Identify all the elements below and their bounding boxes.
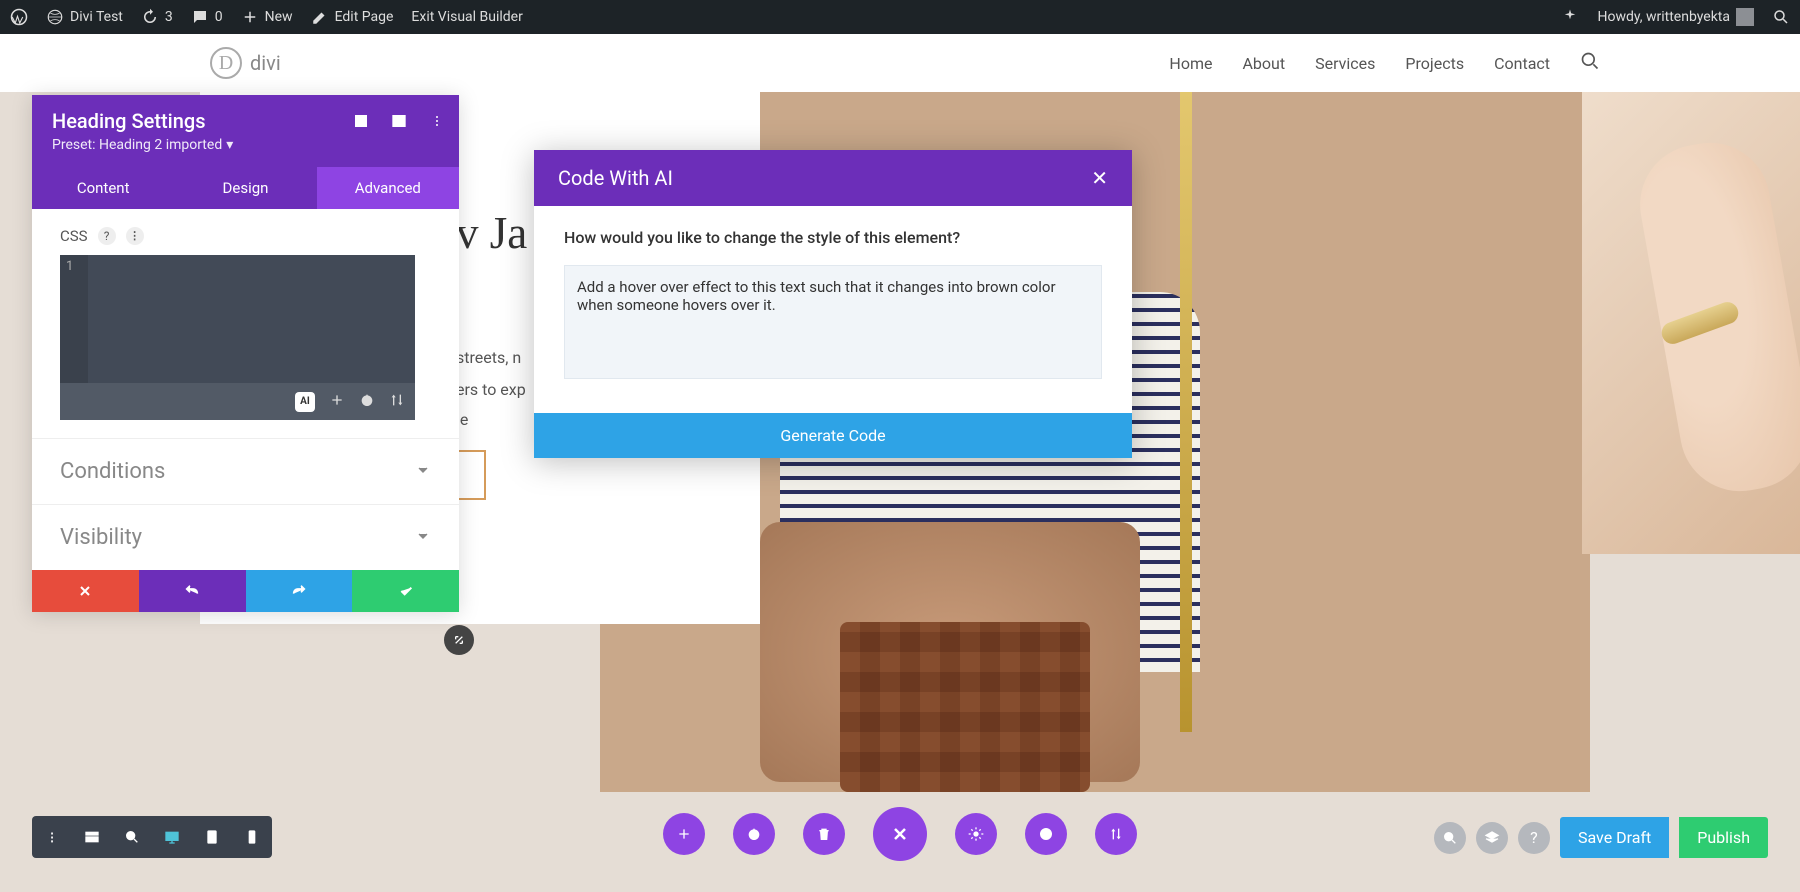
css-code-area[interactable] (88, 255, 415, 383)
updates-count: 3 (165, 9, 173, 25)
settings-panel: Heading Settings Preset: Heading 2 impor… (32, 95, 459, 612)
accordion-conditions[interactable]: Conditions (32, 438, 459, 504)
howdy-text: Howdy, writtenbyekta (1597, 9, 1730, 25)
wp-admin-bar: Divi Test 3 0 New Edit Page Exit Visual … (0, 0, 1800, 34)
drag-handle[interactable] (444, 625, 474, 655)
undo-button[interactable] (139, 570, 246, 612)
cancel-button[interactable] (32, 570, 139, 612)
logo-text: divi (250, 51, 281, 75)
edit-page-link[interactable]: Edit Page (311, 8, 394, 26)
bottom-center-toolbar (663, 807, 1137, 861)
css-menu-icon[interactable]: ⁝ (126, 227, 144, 245)
site-logo[interactable]: D divi (210, 47, 281, 79)
save-draft-button[interactable]: Save Draft (1560, 817, 1669, 858)
settings-preset[interactable]: Preset: Heading 2 imported ▾ (52, 137, 439, 153)
sort-icon[interactable] (389, 392, 405, 412)
power-button[interactable] (733, 813, 775, 855)
css-toolbar: AI (60, 383, 415, 420)
redo-button[interactable] (246, 570, 353, 612)
updates-link[interactable]: 3 (141, 8, 173, 26)
help-button[interactable]: ? (1518, 822, 1550, 854)
layers-button[interactable] (1476, 822, 1508, 854)
site-name-link[interactable]: Divi Test (46, 8, 123, 26)
add-button[interactable] (663, 813, 705, 855)
new-label: New (265, 9, 293, 25)
sort-button[interactable] (1095, 813, 1137, 855)
chevron-down-icon (415, 525, 431, 550)
logo-icon: D (210, 47, 242, 79)
ai-question: How would you like to change the style o… (564, 228, 1102, 247)
close-button[interactable] (873, 807, 927, 861)
tablet-icon[interactable] (192, 816, 232, 858)
menu-icon[interactable]: ⁝ (32, 816, 72, 858)
nav-home[interactable]: Home (1169, 54, 1212, 73)
generate-code-button[interactable]: Generate Code (534, 413, 1132, 458)
settings-button[interactable] (955, 813, 997, 855)
add-icon[interactable] (329, 392, 345, 412)
history-button[interactable] (1025, 813, 1067, 855)
cta-button-fragment[interactable] (456, 450, 486, 500)
css-label: CSS (60, 227, 88, 245)
primary-nav: Home About Services Projects Contact (1169, 51, 1600, 75)
publish-button[interactable]: Publish (1679, 817, 1768, 858)
chevron-down-icon (415, 459, 431, 484)
help-icon[interactable]: ? (98, 227, 116, 245)
site-name: Divi Test (70, 9, 123, 25)
zoom-icon[interactable] (112, 816, 152, 858)
nav-search-icon[interactable] (1580, 51, 1600, 75)
sparkle-icon[interactable] (1561, 8, 1579, 26)
accordion-visibility[interactable]: Visibility (32, 504, 459, 570)
nav-projects[interactable]: Projects (1405, 54, 1464, 73)
site-header: D divi Home About Services Projects Cont… (0, 34, 1800, 92)
page-title-fragment: v Ja (456, 207, 527, 259)
css-gutter: 1 (60, 255, 88, 383)
ai-modal: Code With AI ✕ How would you like to cha… (534, 150, 1132, 458)
bottom-right-toolbar: ? Save Draft Publish (1434, 817, 1768, 858)
comments-count: 0 (215, 9, 223, 25)
edit-page-label: Edit Page (335, 9, 394, 25)
sidebar-layout-icon[interactable] (391, 113, 407, 133)
howdy-link[interactable]: Howdy, writtenbyekta (1597, 8, 1754, 26)
nav-contact[interactable]: Contact (1494, 54, 1550, 73)
bg-bag (840, 622, 1090, 792)
nav-services[interactable]: Services (1315, 54, 1375, 73)
desktop-icon[interactable] (152, 816, 192, 858)
menu-icon[interactable] (429, 113, 445, 133)
chevron-down-icon: ▾ (226, 137, 233, 153)
page-text-line1: streets, n (456, 348, 521, 367)
ai-modal-title: Code With AI (558, 166, 673, 190)
page-text-line2: ers to exp (456, 380, 526, 399)
mobile-icon[interactable] (232, 816, 272, 858)
ai-modal-header[interactable]: Code With AI ✕ (534, 150, 1132, 206)
search-icon[interactable] (1772, 8, 1790, 26)
ai-icon[interactable]: AI (295, 392, 315, 412)
css-editor[interactable]: 1 AI (60, 255, 415, 420)
settings-tabs: Content Design Advanced (32, 167, 459, 209)
settings-footer (32, 570, 459, 612)
ai-prompt-input[interactable] (564, 265, 1102, 379)
tab-content[interactable]: Content (32, 167, 174, 209)
bottom-left-toolbar: ⁝ (32, 816, 272, 858)
exit-visual-builder-link[interactable]: Exit Visual Builder (411, 9, 522, 25)
power-icon[interactable] (359, 392, 375, 412)
expand-icon[interactable] (353, 113, 369, 133)
nav-about[interactable]: About (1242, 54, 1285, 73)
delete-button[interactable] (803, 813, 845, 855)
wireframe-icon[interactable] (72, 816, 112, 858)
tab-advanced[interactable]: Advanced (317, 167, 459, 209)
settings-body: CSS ? ⁝ 1 AI (32, 209, 459, 438)
tab-design[interactable]: Design (174, 167, 316, 209)
new-link[interactable]: New (241, 8, 293, 26)
confirm-button[interactable] (352, 570, 459, 612)
comments-link[interactable]: 0 (191, 8, 223, 26)
zoom-button[interactable] (1434, 822, 1466, 854)
bg-pole (1180, 92, 1192, 732)
wp-logo[interactable] (10, 8, 28, 26)
settings-header[interactable]: Heading Settings Preset: Heading 2 impor… (32, 95, 459, 167)
avatar (1736, 8, 1754, 26)
close-icon[interactable]: ✕ (1091, 166, 1108, 190)
